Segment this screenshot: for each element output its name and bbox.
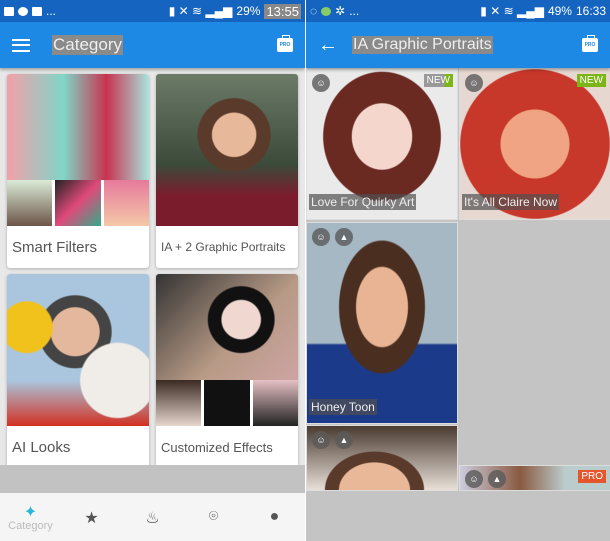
- image-icon: [4, 6, 14, 16]
- pro-label: PRO: [584, 42, 596, 48]
- status-bar: ◌ ✲ ... ▮ ✕ ≋ ▂▄▆ 49% 16:33: [306, 0, 610, 22]
- card-label: Smart Filters: [12, 238, 98, 256]
- battery-level: 49%: [547, 4, 572, 18]
- app-bar: ← IA Graphic Portraits PRO: [306, 22, 610, 68]
- person-icon: ●: [269, 508, 280, 525]
- magic-wand-icon: ✦: [23, 504, 38, 521]
- cartoon-face-icon: ☺: [465, 74, 483, 92]
- clock: 16:33: [575, 4, 606, 18]
- cartoon-face-icon: ☺: [312, 431, 330, 449]
- clock: 13:55: [264, 3, 301, 19]
- sync-icon: ◌: [310, 4, 318, 18]
- tile-caption: Love For Quirky Art: [309, 194, 417, 210]
- youtube-icon: [32, 6, 42, 16]
- person-icon: ▲: [335, 431, 353, 449]
- pro-badge: PRO: [578, 470, 606, 483]
- cartoon-face-icon: ☺: [312, 228, 330, 246]
- page-title: Category: [52, 35, 123, 55]
- app-icon: [321, 6, 332, 16]
- fire-icon: ♨: [145, 510, 160, 527]
- more-notifications: ...: [46, 4, 57, 18]
- nav-label: Category: [8, 520, 53, 532]
- pro-store-button[interactable]: PRO: [277, 35, 293, 52]
- status-bar: ... ▮ ✕ ≋ ▂▄▆ 29% 13:55: [0, 0, 305, 22]
- page-title: IA Graphic Portraits: [352, 36, 493, 54]
- tile-portrait-5[interactable]: ☺ ▲ PRO: [459, 465, 610, 491]
- app-bar: Category PRO: [0, 22, 305, 68]
- signal-icon: ▮ ✕ ≋ ▂▄▆: [168, 4, 233, 18]
- nav-profile[interactable]: ●: [250, 508, 300, 526]
- cartoon-face-icon: ☺: [312, 74, 330, 92]
- ai-looks-image: [7, 274, 149, 426]
- nav-favorites[interactable]: ★: [67, 508, 117, 527]
- star-icon: ★: [84, 510, 99, 527]
- tile-honey-toon[interactable]: ☺ ▲ Honey Toon: [306, 222, 458, 424]
- tile-its-all-claire-now[interactable]: ☺ NEW It's All Claire Now: [459, 68, 610, 220]
- customized-effects-image: [156, 274, 298, 426]
- weather-icon: ✲: [335, 4, 346, 18]
- tile-love-for-quirky-art[interactable]: ☺ NEW Love For Quirky Art: [306, 68, 458, 220]
- card-label: IA + 2 Graphic Portraits: [161, 240, 286, 254]
- tile-caption: Honey Toon: [309, 399, 377, 415]
- graphic-portraits-screen: ◌ ✲ ... ▮ ✕ ≋ ▂▄▆ 49% 16:33 ← IA Graphic…: [305, 0, 610, 541]
- smart-filters-image: [7, 74, 149, 226]
- pro-store-button[interactable]: PRO: [582, 35, 598, 52]
- back-arrow-icon[interactable]: ←: [318, 34, 338, 57]
- more-notifications: ...: [349, 4, 360, 18]
- card-customized-effects[interactable]: Customized Effects: [156, 274, 298, 468]
- nav-face-scan[interactable]: ⌾: [189, 508, 239, 526]
- new-badge: NEW: [576, 74, 606, 87]
- card-ai-looks[interactable]: AI Looks: [7, 274, 149, 468]
- menu-icon[interactable]: [12, 38, 30, 52]
- signal-icon: ▮ ✕ ≋ ▂▄▆: [480, 4, 544, 18]
- card-graphic-portraits[interactable]: IA + 2 Graphic Portraits: [156, 74, 298, 268]
- face-scan-icon: ⌾: [208, 508, 219, 525]
- person-icon: ▲: [488, 470, 506, 488]
- new-badge: NEW: [423, 74, 453, 87]
- nav-trending[interactable]: ♨: [128, 508, 178, 527]
- pro-label: PRO: [279, 42, 291, 48]
- category-screen: ... ▮ ✕ ≋ ▂▄▆ 29% 13:55 Category PRO Sma…: [0, 0, 305, 541]
- card-smart-filters[interactable]: Smart Filters: [7, 74, 149, 268]
- scroll-spacer: [0, 465, 305, 493]
- tile-caption: It's All Claire Now: [462, 194, 559, 210]
- tile-portrait-4[interactable]: ☺ ▲: [306, 425, 458, 491]
- info-icon: [18, 6, 28, 16]
- card-label: Customized Effects: [161, 439, 273, 455]
- cartoon-face-icon: ☺: [465, 470, 483, 488]
- bottom-nav: ✦ Category ★ ♨ ⌾ ●: [0, 493, 305, 541]
- battery-level: 29%: [236, 4, 261, 18]
- nav-category[interactable]: ✦ Category: [6, 502, 56, 532]
- person-icon: ▲: [335, 228, 353, 246]
- graphic-portraits-image: [156, 74, 298, 226]
- card-label: AI Looks: [12, 438, 71, 456]
